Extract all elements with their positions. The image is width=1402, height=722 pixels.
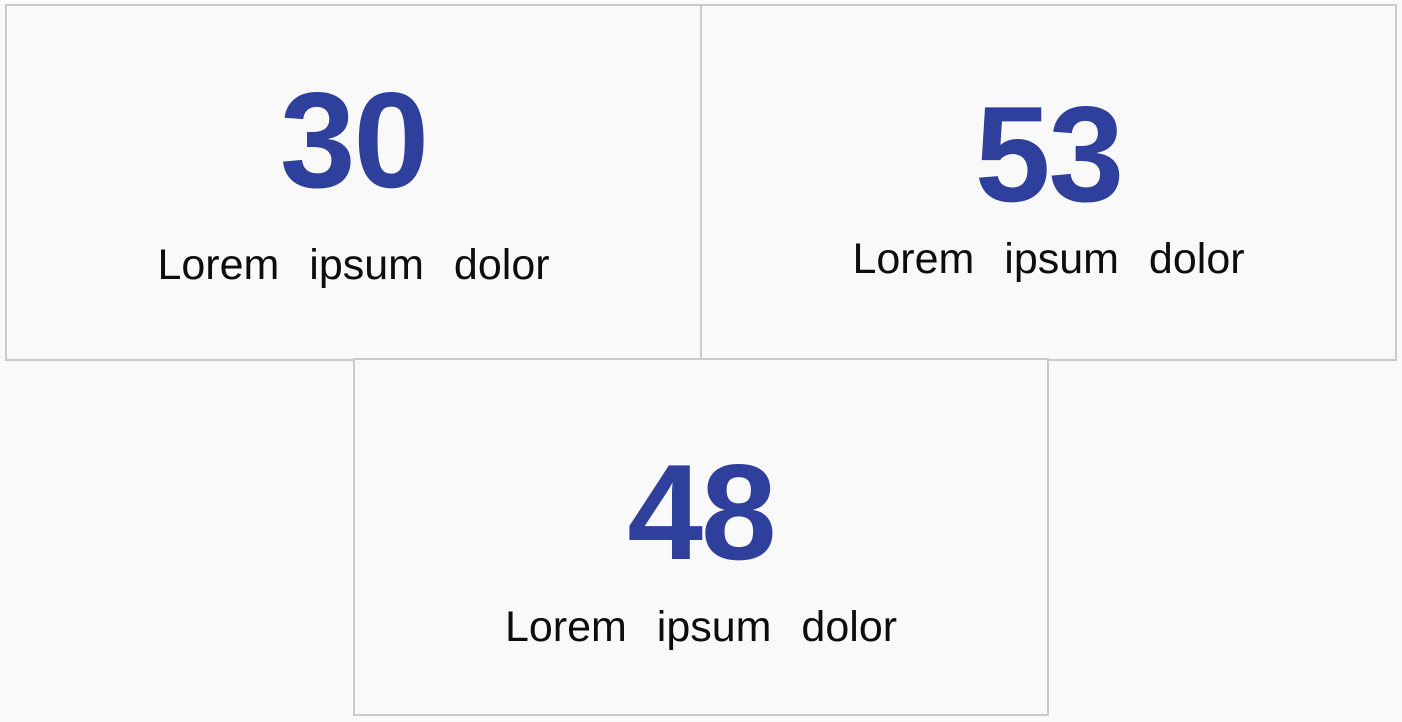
stat-label: Lorem ipsum dolor xyxy=(157,241,550,289)
stat-card: 48 Lorem ipsum dolor xyxy=(353,358,1049,716)
stat-value: 48 xyxy=(627,436,776,588)
stat-label: Lorem ipsum dolor xyxy=(504,603,898,651)
stat-card: 53 Lorem ipsum dolor xyxy=(700,4,1397,361)
stat-label: Lorem ipsum dolor xyxy=(852,235,1245,283)
stat-value: 30 xyxy=(279,64,429,216)
stat-card: 30 Lorem ipsum dolor xyxy=(5,4,702,361)
stat-value: 53 xyxy=(974,78,1124,230)
stats-canvas: 30 Lorem ipsum dolor 53 Lorem ipsum dolo… xyxy=(0,0,1402,722)
